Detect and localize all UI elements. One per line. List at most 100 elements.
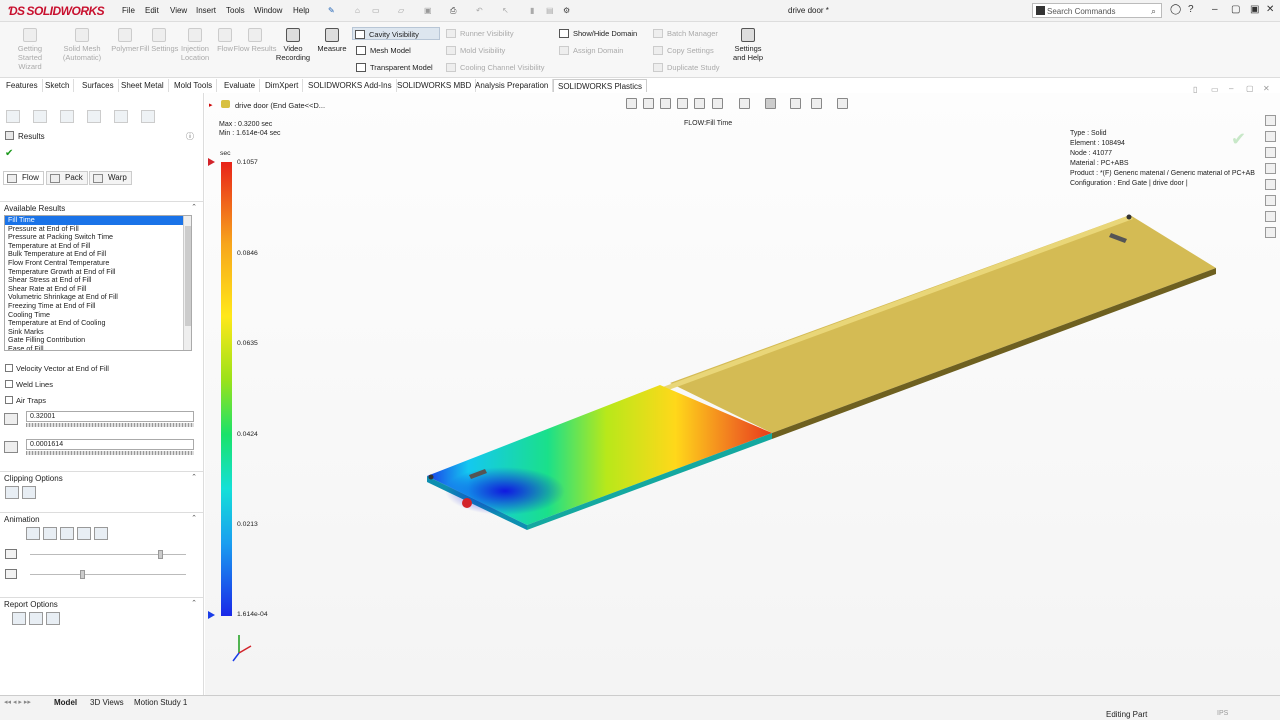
air-traps-checkbox[interactable] (5, 396, 13, 404)
doc-minimize-icon[interactable]: – (1229, 84, 1233, 93)
search-icon[interactable]: ⌕ (1151, 6, 1156, 17)
menu-file[interactable]: File (122, 6, 135, 15)
select-icon[interactable]: ↖ (502, 6, 509, 15)
save-icon[interactable]: ▣ (424, 6, 432, 15)
tab-scroll-arrows-icon[interactable]: ◂◂ ◂ ▸ ▸▸ (4, 698, 31, 706)
design-library-icon[interactable] (1265, 131, 1276, 142)
menu-insert[interactable]: Insert (196, 6, 216, 15)
dimxpert-manager-icon[interactable] (87, 110, 101, 123)
video-recording-button[interactable]: Video Recording (271, 26, 315, 62)
tab-mold-tools[interactable]: Mold Tools (170, 79, 218, 92)
measure-button[interactable]: Measure (310, 26, 354, 53)
search-scope-icon[interactable] (1036, 6, 1045, 15)
settings-and-help-button[interactable]: Settings and Help (728, 26, 768, 62)
minimize-icon[interactable]: – (1212, 4, 1218, 15)
menu-window[interactable]: Window (254, 6, 282, 15)
plastics-icon[interactable] (1265, 227, 1276, 238)
restore-icon[interactable]: ▢ (1231, 4, 1240, 15)
options-gear-icon[interactable]: ⚙ (563, 6, 570, 15)
mesh-model-button[interactable]: Mesh Model (354, 44, 440, 57)
animation-header[interactable]: Animation ⌃ (0, 512, 203, 524)
tab-solidworks-mbd[interactable]: SOLIDWORKS MBD (393, 79, 477, 92)
part-model-3d[interactable] (205, 93, 1280, 695)
report-help-button[interactable] (29, 612, 43, 625)
help-icon[interactable]: ⓘ (186, 131, 194, 142)
tab-solidworks-plastics[interactable]: SOLIDWORKS Plastics (553, 79, 648, 92)
report-options-header[interactable]: Report Options ⌃ (0, 597, 203, 609)
close-icon[interactable]: ✕ (1266, 4, 1274, 15)
bottom-tab-model[interactable]: Model (50, 697, 81, 708)
solid-mesh-button[interactable]: Solid Mesh (Automatic) (60, 26, 104, 62)
getting-started-wizard-button[interactable]: Getting Started Wizard (8, 26, 52, 71)
max-value-slider[interactable] (26, 423, 194, 427)
view-palette-icon[interactable] (1265, 163, 1276, 174)
bottom-tab-motion-study[interactable]: Motion Study 1 (130, 697, 191, 708)
max-value-input[interactable]: 0.32001 (26, 411, 194, 422)
feature-manager-icon[interactable] (6, 110, 20, 123)
help-icon[interactable]: ? (1188, 4, 1194, 15)
scale-min-marker[interactable] (208, 611, 215, 619)
tab-evaluate[interactable]: Evaluate (220, 79, 261, 92)
property-manager-icon[interactable] (33, 110, 47, 123)
tab-dimxpert[interactable]: DimXpert (261, 79, 304, 92)
user-icon[interactable]: ◯ (1170, 4, 1181, 15)
results-scrollbar[interactable] (183, 216, 191, 350)
units-selector[interactable]: IPS (1217, 710, 1228, 717)
doc-maximize-icon[interactable]: ▢ (1246, 84, 1254, 93)
plastics-manager-icon[interactable] (141, 110, 155, 123)
warp-tab[interactable]: Warp (89, 171, 132, 185)
batch-manager-button[interactable]: Batch Manager (651, 27, 731, 40)
graphics-viewport[interactable]: ▸ drive door (End Gate<<D... Max : 0.320… (205, 93, 1280, 695)
menu-view[interactable]: View (170, 6, 187, 15)
rebuild-icon[interactable]: ▮ (530, 6, 534, 15)
animation-speed-slider[interactable] (30, 550, 186, 559)
tab-analysis-preparation[interactable]: Analysis Preparation (471, 79, 554, 92)
collapse-icon[interactable]: ⌃ (191, 599, 197, 607)
available-results-header[interactable]: Available Results ⌃ (0, 201, 203, 213)
menu-edit[interactable]: Edit (145, 6, 159, 15)
tab-features[interactable]: Features (2, 79, 43, 92)
configuration-manager-icon[interactable] (60, 110, 74, 123)
cavity-visibility-button[interactable]: Cavity Visibility (352, 27, 440, 40)
stop-button[interactable] (60, 527, 74, 540)
open-icon[interactable]: ▱ (398, 6, 404, 15)
collapse-icon[interactable]: ⌃ (191, 514, 197, 522)
tab-surfaces[interactable]: Surfaces (78, 79, 119, 92)
clipping-plane-button[interactable] (5, 486, 19, 499)
doc-restore-icon[interactable]: ▭ (1211, 85, 1219, 94)
collapse-icon[interactable]: ⌃ (191, 203, 197, 211)
report-button[interactable] (12, 612, 26, 625)
bottom-tab-3d-views[interactable]: 3D Views (86, 697, 128, 708)
ok-checkmark-icon[interactable]: ✔ (5, 148, 13, 159)
available-results-list[interactable]: Fill Time Pressure at End of Fill Pressure… (4, 215, 192, 351)
mold-visibility-button[interactable]: Mold Visibility (444, 44, 544, 57)
solidworks-resources-icon[interactable] (1265, 115, 1276, 126)
weld-lines-checkbox[interactable] (5, 380, 13, 388)
menu-tools[interactable]: Tools (226, 6, 245, 15)
pin-icon[interactable]: ✎ (328, 6, 335, 15)
new-icon[interactable]: ▭ (372, 6, 380, 15)
solidworks-logo[interactable]: ƊS SOLIDWORKS (8, 4, 105, 18)
duplicate-study-button[interactable]: Duplicate Study (651, 61, 731, 74)
clipping-options-header[interactable]: Clipping Options ⌃ (0, 471, 203, 483)
clipping-iso-button[interactable] (22, 486, 36, 499)
print-icon[interactable]: ⎙ (450, 6, 456, 16)
loop-button[interactable] (94, 527, 108, 540)
display-manager-icon[interactable] (114, 110, 128, 123)
pack-tab[interactable]: Pack (46, 171, 88, 185)
custom-properties-icon[interactable] (1265, 195, 1276, 206)
result-item[interactable]: Ease of Fill (5, 344, 191, 350)
assign-domain-button[interactable]: Assign Domain (557, 44, 647, 57)
tab-sketch[interactable]: Sketch (41, 79, 75, 92)
velocity-vector-checkbox[interactable] (5, 364, 13, 372)
animation-frame-slider[interactable] (30, 570, 186, 579)
doc-tile-icon[interactable]: ▯ (1193, 85, 1197, 94)
report-settings-button[interactable] (46, 612, 60, 625)
transparent-model-button[interactable]: Transparent Model (354, 61, 440, 74)
home-icon[interactable]: ⌂ (355, 6, 360, 15)
flow-tab[interactable]: Flow (3, 171, 44, 185)
collapse-icon[interactable]: ⌃ (191, 473, 197, 481)
pause-button[interactable] (43, 527, 57, 540)
tab-solidworks-add-ins[interactable]: SOLIDWORKS Add-Ins (304, 79, 397, 92)
search-commands-input[interactable]: Search Commands ⌕ (1032, 3, 1162, 18)
